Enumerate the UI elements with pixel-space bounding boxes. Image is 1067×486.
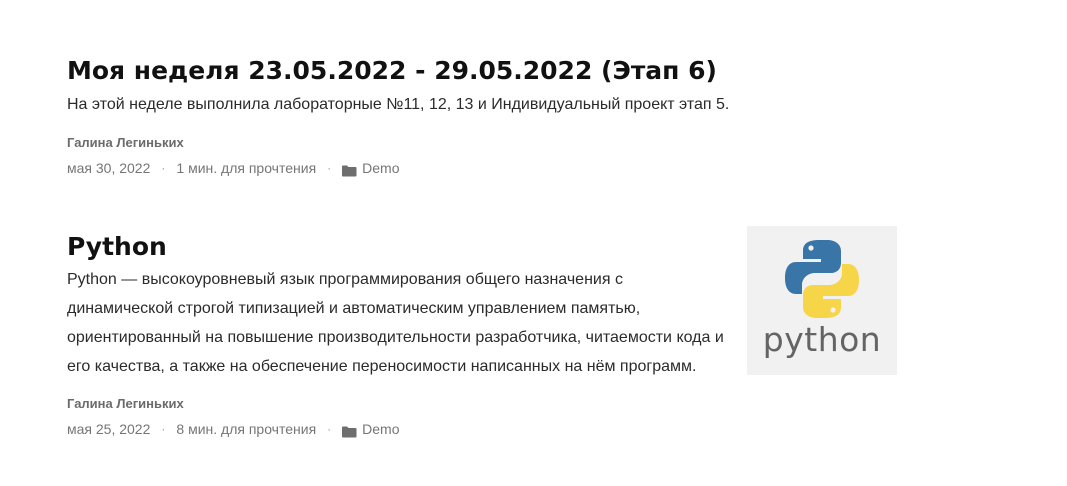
post-item: Моя неделя 23.05.2022 - 29.05.2022 (Этап… <box>67 54 967 178</box>
post-meta: мая 30, 2022 · 1 мин. для прочтения · De… <box>67 158 967 178</box>
post-thumbnail[interactable]: python <box>747 226 897 375</box>
post-date: мая 25, 2022 <box>67 421 151 437</box>
post-category-link[interactable]: Demo <box>362 158 399 178</box>
meta-separator: · <box>161 161 166 175</box>
post-title-link[interactable]: Моя неделя 23.05.2022 - 29.05.2022 (Этап… <box>67 54 967 88</box>
post-reading-time: 8 мин. для прочтения <box>176 421 317 437</box>
post-summary: Python — высокоуровневый язык программир… <box>67 271 724 375</box>
meta-separator: · <box>327 161 332 175</box>
post-date: мая 30, 2022 <box>67 160 151 176</box>
post-summary: На этой неделе выполнила лабораторные №1… <box>67 96 730 113</box>
post-category-link[interactable]: Demo <box>362 419 399 439</box>
post-reading-time: 1 мин. для прочтения <box>176 160 317 176</box>
meta-separator: · <box>327 422 332 436</box>
meta-separator: · <box>161 422 166 436</box>
folder-icon <box>342 423 357 438</box>
thumbnail-label: python <box>762 320 882 359</box>
post-author: Галина Легиньких <box>67 135 184 150</box>
post-meta: мая 25, 2022 · 8 мин. для прочтения · De… <box>67 419 967 439</box>
post-author: Галина Легиньких <box>67 396 184 411</box>
folder-icon <box>342 162 357 177</box>
